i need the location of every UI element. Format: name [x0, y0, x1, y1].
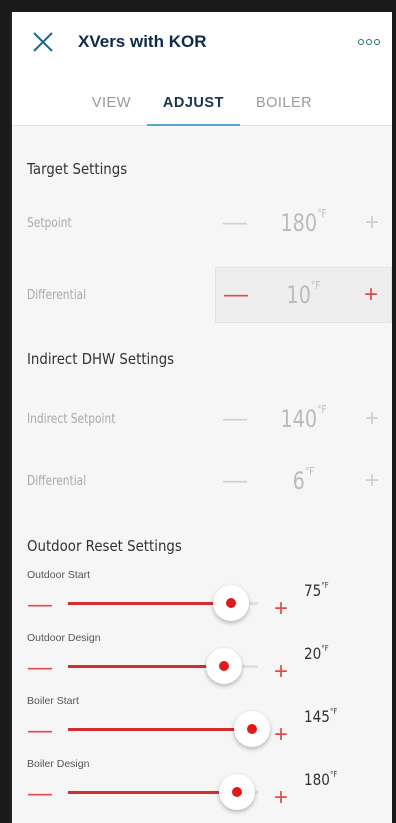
- dhw-differential-row: Differential — 6°F +: [12, 450, 392, 512]
- differential-decrease-button[interactable]: —: [216, 281, 256, 309]
- outdoor-design-number: 20: [304, 644, 322, 663]
- app-screen: XVers with KOR VIEW ADJUST BOILER Target…: [12, 12, 392, 823]
- outdoor-start-slider[interactable]: [68, 585, 258, 621]
- dhw-differential-number: 6: [292, 467, 305, 495]
- boiler-start-unit: °F: [329, 707, 338, 716]
- indirect-setpoint-unit: °F: [317, 403, 327, 416]
- setpoint-label: Setpoint: [27, 215, 72, 231]
- setpoint-unit: °F: [317, 207, 327, 220]
- boiler-design-label: Boiler Design: [27, 758, 90, 770]
- tab-adjust[interactable]: ADJUST: [146, 95, 240, 126]
- more-options-button[interactable]: [358, 33, 380, 51]
- boiler-design-value: 180°F: [304, 770, 337, 789]
- boiler-design-slider[interactable]: [68, 774, 258, 810]
- boiler-start-slider-row: Boiler Start — + 145°F: [12, 695, 392, 759]
- outdoor-start-slider-row: Outdoor Start — + 75°F: [12, 569, 392, 633]
- outdoor-start-number: 75: [304, 581, 322, 600]
- outdoor-design-unit: °F: [321, 644, 329, 653]
- outdoor-start-value: 75°F: [304, 581, 329, 600]
- setpoint-row: Setpoint — 180°F +: [12, 192, 392, 254]
- boiler-start-decrease-button[interactable]: —: [28, 717, 52, 745]
- differential-number: 10: [286, 281, 311, 309]
- boiler-design-unit: °F: [329, 770, 338, 779]
- outdoor-start-label: Outdoor Start: [27, 569, 91, 581]
- outdoor-start-increase-button[interactable]: +: [274, 595, 288, 623]
- more-dot-icon: [366, 39, 372, 45]
- indirect-setpoint-number: 140: [280, 405, 318, 433]
- differential-label: Differential: [27, 287, 87, 303]
- page-title: XVers with KOR: [78, 32, 207, 51]
- tab-bar: VIEW ADJUST BOILER: [12, 72, 392, 126]
- outdoor-design-increase-button[interactable]: +: [274, 658, 288, 686]
- dhw-differential-label: Differential: [27, 473, 87, 489]
- outdoor-design-slider[interactable]: [68, 648, 258, 684]
- indirect-setpoint-increase-button[interactable]: +: [352, 405, 392, 433]
- boiler-design-fill: [68, 791, 238, 794]
- outdoor-start-decrease-button[interactable]: —: [28, 591, 52, 619]
- app-bar: XVers with KOR: [12, 12, 392, 72]
- differential-stepper: — 10°F +: [215, 267, 392, 323]
- more-dot-icon: [358, 39, 364, 45]
- boiler-start-fill: [68, 728, 253, 731]
- dhw-differential-unit: °F: [304, 465, 315, 478]
- outdoor-design-fill: [68, 665, 224, 668]
- boiler-start-increase-button[interactable]: +: [274, 721, 288, 749]
- indirect-setpoint-decrease-button[interactable]: —: [215, 405, 255, 433]
- indirect-setpoint-value: 140°F: [265, 403, 343, 433]
- tab-view[interactable]: VIEW: [76, 95, 147, 125]
- outdoor-start-unit: °F: [321, 581, 329, 590]
- boiler-start-thumb[interactable]: [234, 711, 271, 747]
- outdoor-start-thumb[interactable]: [213, 585, 250, 621]
- close-icon: [33, 32, 53, 52]
- dhw-differential-value: 6°F: [265, 465, 343, 495]
- boiler-design-thumb[interactable]: [219, 774, 256, 810]
- outdoor-design-label: Outdoor Design: [27, 632, 101, 644]
- setpoint-stepper: — 180°F +: [215, 195, 392, 251]
- outdoor-reset-heading: Outdoor Reset Settings: [27, 537, 182, 555]
- setpoint-value: 180°F: [265, 207, 343, 237]
- setpoint-decrease-button[interactable]: —: [215, 209, 255, 237]
- dhw-settings-heading: Indirect DHW Settings: [27, 350, 175, 368]
- differential-value: 10°F: [266, 279, 342, 309]
- boiler-start-label: Boiler Start: [27, 695, 79, 707]
- boiler-design-slider-row: Boiler Design — + 180°F: [12, 758, 392, 822]
- tab-boiler[interactable]: BOILER: [240, 95, 328, 125]
- dhw-differential-decrease-button[interactable]: —: [215, 467, 255, 495]
- dhw-differential-stepper: — 6°F +: [215, 453, 392, 509]
- outdoor-design-value: 20°F: [304, 644, 329, 663]
- dhw-differential-increase-button[interactable]: +: [352, 467, 392, 495]
- differential-unit: °F: [310, 279, 321, 292]
- outdoor-design-thumb[interactable]: [205, 648, 242, 684]
- boiler-start-number: 145: [304, 707, 330, 726]
- setpoint-number: 180: [280, 209, 318, 237]
- outdoor-design-decrease-button[interactable]: —: [28, 654, 52, 682]
- outdoor-start-fill: [68, 602, 232, 605]
- setpoint-increase-button[interactable]: +: [352, 209, 392, 237]
- outdoor-design-slider-row: Outdoor Design — + 20°F: [12, 632, 392, 696]
- boiler-design-decrease-button[interactable]: —: [28, 780, 52, 808]
- boiler-start-slider[interactable]: [68, 711, 271, 747]
- close-button[interactable]: [30, 29, 56, 55]
- indirect-setpoint-label: Indirect Setpoint: [27, 411, 116, 427]
- boiler-design-increase-button[interactable]: +: [274, 784, 288, 812]
- boiler-start-value: 145°F: [304, 707, 337, 726]
- boiler-design-number: 180: [304, 770, 330, 789]
- more-dot-icon: [374, 39, 380, 45]
- indirect-setpoint-stepper: — 140°F +: [215, 391, 392, 447]
- differential-row: Differential — 10°F +: [12, 264, 392, 326]
- target-settings-heading: Target Settings: [27, 160, 128, 178]
- indirect-setpoint-row: Indirect Setpoint — 140°F +: [12, 388, 392, 450]
- differential-increase-button[interactable]: +: [351, 281, 391, 309]
